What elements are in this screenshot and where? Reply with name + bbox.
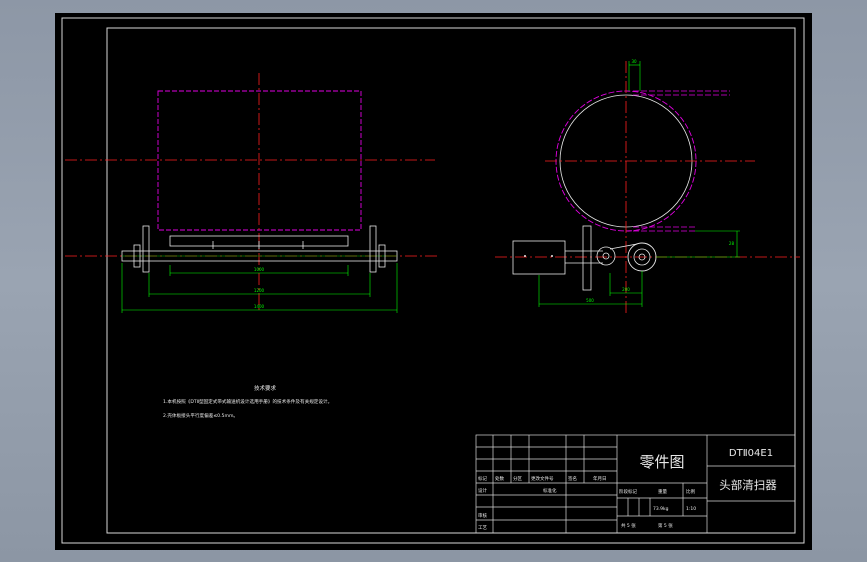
label-zone: 分区: [513, 475, 522, 482]
dim-1400: 1400: [254, 304, 265, 309]
label-standardize: 标准化: [543, 487, 557, 494]
drawing-code: DTⅡ04E1: [729, 448, 773, 459]
right-end-plate: [369, 225, 377, 273]
tech-req-heading: 技术要求: [254, 384, 277, 392]
label-count: 处数: [495, 475, 504, 482]
mounting-bracket: [512, 240, 566, 275]
dim-200: 200: [622, 287, 630, 292]
tech-req-item-1: 1.本机按照《DTⅡ型固定式带式输送机设计选用手册》的技术条件及有关规定设计。: [163, 398, 332, 405]
tech-req-item-2: 2.壳体板接头平行度偏差≤0.5mm。: [163, 412, 238, 419]
left-end-plate: [142, 225, 150, 273]
label-process: 工艺: [478, 525, 487, 531]
scale-value: 1:10: [686, 506, 696, 512]
front-view: 1000 1200 1400: [65, 73, 440, 313]
part-name: 头部清扫器: [719, 478, 777, 492]
label-scale: 比例: [686, 488, 695, 495]
label-date: 年月日: [593, 475, 607, 482]
inner-border: [106, 27, 796, 534]
cad-drawing: 1000 1200 1400 500 200 28 30 技术要求 1.本机按照…: [61, 17, 805, 544]
tension-wheel: [596, 246, 616, 266]
belt-outline: [157, 90, 362, 231]
dim-500: 500: [586, 298, 594, 303]
technical-requirements: 技术要求 1.本机按照《DTⅡ型固定式带式输送机设计选用手册》的技术条件及有关规…: [163, 384, 332, 419]
label-change-doc: 更改文件号: [531, 475, 554, 482]
label-mark: 标记: [478, 475, 487, 482]
drawing-sheet: 1000 1200 1400 500 200 28 30 技术要求 1.本机按照…: [55, 13, 812, 550]
side-view: 500 200 28 30: [495, 59, 800, 313]
label-weight: 重量: [658, 488, 667, 495]
scraper-arm: [582, 225, 592, 291]
dim-30: 30: [631, 59, 637, 64]
sheet-number: 第 5 张: [658, 522, 673, 529]
dim-1000: 1000: [254, 267, 265, 272]
drawing-type: 零件图: [639, 453, 684, 471]
dim-28: 28: [729, 241, 735, 246]
label-signature: 签名: [568, 475, 577, 482]
total-sheets: 共 5 张: [621, 522, 636, 529]
label-review: 审核: [478, 512, 487, 519]
dim-1200: 1200: [254, 288, 265, 293]
label-design: 设计: [478, 487, 487, 494]
outer-frame: [61, 17, 805, 544]
side-dimensions: [538, 61, 740, 307]
weight-value: 73.9kg: [653, 506, 669, 512]
label-stage-mark: 阶段标记: [619, 488, 637, 495]
title-block-text: 零件图 DTⅡ04E1 头部清扫器 标记 处数 分区 更改文件号 签名 年月日 …: [478, 448, 777, 531]
